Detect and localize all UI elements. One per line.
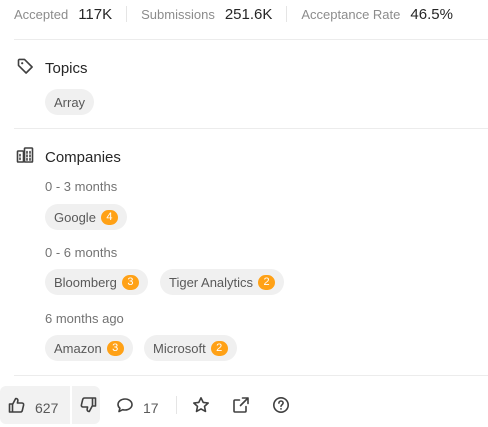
company-count-badge: 4 bbox=[100, 209, 118, 225]
acceptance-rate-value: 46.5% bbox=[410, 5, 453, 23]
divider bbox=[14, 375, 488, 376]
submissions-label: Submissions bbox=[141, 6, 215, 22]
accepted-stat: Accepted 117K bbox=[14, 6, 112, 23]
stat-divider bbox=[126, 6, 128, 22]
companies-title: Companies bbox=[45, 149, 121, 166]
time-range-label: 0 - 3 months bbox=[45, 179, 118, 194]
divider bbox=[14, 39, 488, 40]
topic-tag-label: Array bbox=[54, 94, 86, 110]
like-button[interactable]: 627 bbox=[8, 396, 58, 419]
submissions-stat: Submissions 251.6K bbox=[141, 6, 272, 23]
company-tag-google[interactable]: Google 4 bbox=[45, 204, 127, 230]
topics-title: Topics bbox=[45, 60, 88, 77]
topics-header[interactable]: Topics bbox=[16, 57, 88, 80]
accepted-value: 117K bbox=[78, 5, 113, 23]
company-name: Tiger Analytics bbox=[169, 274, 254, 290]
help-icon[interactable] bbox=[272, 396, 290, 419]
companies-header[interactable]: Companies bbox=[16, 146, 121, 169]
company-count-badge: 2 bbox=[258, 274, 276, 290]
action-bar: 627 17 bbox=[0, 386, 488, 424]
company-count-badge: 2 bbox=[210, 340, 228, 356]
company-name: Amazon bbox=[54, 340, 102, 356]
company-count-badge: 3 bbox=[106, 340, 124, 356]
company-name: Microsoft bbox=[153, 340, 206, 356]
time-range-label: 6 months ago bbox=[45, 311, 124, 326]
action-divider bbox=[176, 396, 177, 414]
vote-divider bbox=[70, 386, 72, 424]
stat-divider bbox=[286, 6, 288, 22]
company-name: Google bbox=[54, 209, 96, 225]
thumbs-up-icon bbox=[8, 396, 26, 419]
comments-button[interactable]: 17 bbox=[116, 396, 159, 419]
comment-count: 17 bbox=[143, 399, 159, 416]
company-tag-tiger-analytics[interactable]: Tiger Analytics 2 bbox=[160, 269, 285, 295]
thumbs-down-icon bbox=[79, 397, 97, 418]
topic-tag[interactable]: Array bbox=[45, 89, 95, 115]
like-count: 627 bbox=[35, 399, 59, 416]
acceptance-rate-stat: Acceptance Rate 46.5% bbox=[301, 6, 453, 23]
divider bbox=[14, 128, 488, 129]
time-range-label: 0 - 6 months bbox=[45, 245, 118, 260]
company-count-badge: 3 bbox=[121, 274, 139, 290]
star-icon[interactable] bbox=[192, 396, 210, 419]
tag-icon bbox=[16, 57, 34, 80]
comment-icon bbox=[116, 396, 134, 419]
company-tag-microsoft[interactable]: Microsoft 2 bbox=[144, 335, 237, 361]
company-tag-bloomberg[interactable]: Bloomberg 3 bbox=[45, 269, 148, 295]
accepted-label: Accepted bbox=[14, 6, 69, 22]
acceptance-rate-label: Acceptance Rate bbox=[301, 6, 401, 22]
submissions-value: 251.6K bbox=[224, 5, 273, 23]
company-name: Bloomberg bbox=[54, 274, 117, 290]
share-icon[interactable] bbox=[232, 396, 250, 419]
stats-row: Accepted 117K Submissions 251.6K Accepta… bbox=[0, 0, 488, 28]
building-icon bbox=[16, 146, 34, 169]
vote-group: 627 bbox=[0, 386, 100, 424]
dislike-button[interactable] bbox=[79, 396, 97, 419]
company-tag-amazon[interactable]: Amazon 3 bbox=[45, 335, 133, 361]
